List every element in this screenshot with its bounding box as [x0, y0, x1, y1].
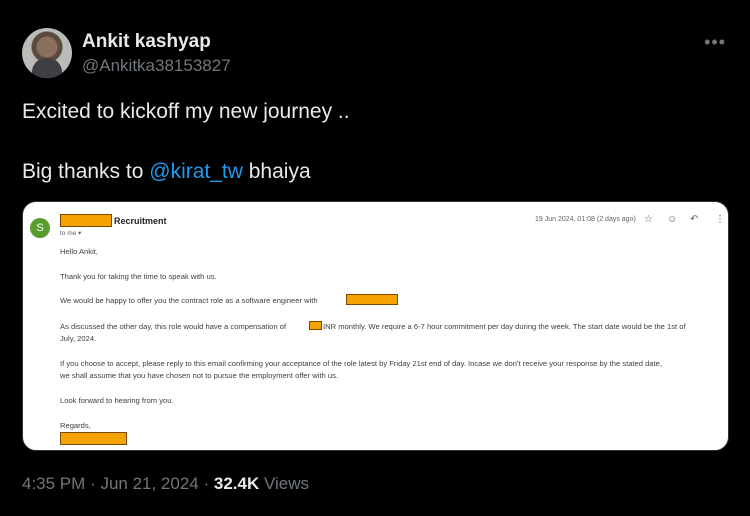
email-paragraph-5: Look forward to hearing from you. — [60, 396, 174, 405]
tweet-line-1: Excited to kickoff my new journey .. — [22, 100, 350, 123]
author-handle[interactable]: @Ankitka38153827 — [82, 56, 231, 76]
email-screenshot-image[interactable]: S Recruitment to me ▾ 19 Jun 2024, 01:08… — [22, 201, 729, 451]
email-paragraph-4b: we shall assume that you have chosen not… — [60, 371, 339, 380]
emoji-icon: ☺ — [667, 214, 678, 225]
star-icon: ☆ — [644, 214, 653, 225]
tweet-date[interactable]: Jun 21, 2024 — [100, 474, 198, 493]
mention-link[interactable]: @kirat_tw — [149, 160, 243, 183]
email-greeting: Hello Ankit, — [60, 247, 98, 256]
more-options-icon[interactable]: ••• — [704, 32, 726, 53]
tweet-time[interactable]: 4:35 PM — [22, 474, 85, 493]
email-date: 19 Jun 2024, 01:08 (2 days ago) — [535, 216, 636, 223]
tweet-text: Excited to kickoff my new journey .. Big… — [22, 97, 722, 187]
tweet-line-2: Big thanks to @kirat_tw bhaiya — [22, 157, 722, 187]
email-paragraph-3-end: July, 2024. — [60, 334, 97, 343]
email-paragraph-1: Thank you for taking the time to speak w… — [60, 272, 217, 281]
tweet-footer: 4:35 PM · Jun 21, 2024 · 32.4K Views — [22, 474, 309, 494]
email-paragraph-2: We would be happy to offer you the contr… — [60, 296, 318, 305]
recipient-label: to me ▾ — [60, 230, 82, 237]
separator: · — [90, 474, 101, 493]
views-label: Views — [263, 474, 310, 493]
email-paragraph-3-before: As discussed the other day, this role wo… — [60, 322, 287, 331]
author-name[interactable]: Ankit kashyap — [82, 31, 211, 53]
views-count: 32.4K — [213, 474, 260, 493]
redaction-box — [60, 432, 127, 445]
tweet-header: Ankit kashyap @Ankitka38153827 ••• — [22, 28, 732, 80]
redaction-box — [346, 294, 398, 305]
tweet-line-2-prefix: Big thanks to — [22, 160, 150, 183]
tweet-line-2-suffix: bhaiya — [242, 160, 311, 183]
email-paragraph-4a: If you choose to accept, please reply to… — [60, 359, 662, 368]
sender-name: Recruitment — [114, 216, 167, 226]
reply-icon: ↶ — [690, 214, 699, 225]
email-signoff: Regards, — [60, 421, 91, 430]
cropped-text-edge — [223, 202, 343, 205]
redaction-box — [60, 214, 112, 227]
email-paragraph-3-after: INR monthly. We require a 6-7 hour commi… — [323, 322, 686, 331]
redaction-box — [309, 321, 322, 330]
sender-avatar: S — [30, 218, 50, 238]
avatar[interactable] — [22, 28, 72, 78]
more-vert-icon: ⋮ — [715, 214, 725, 225]
separator: · — [203, 474, 214, 493]
